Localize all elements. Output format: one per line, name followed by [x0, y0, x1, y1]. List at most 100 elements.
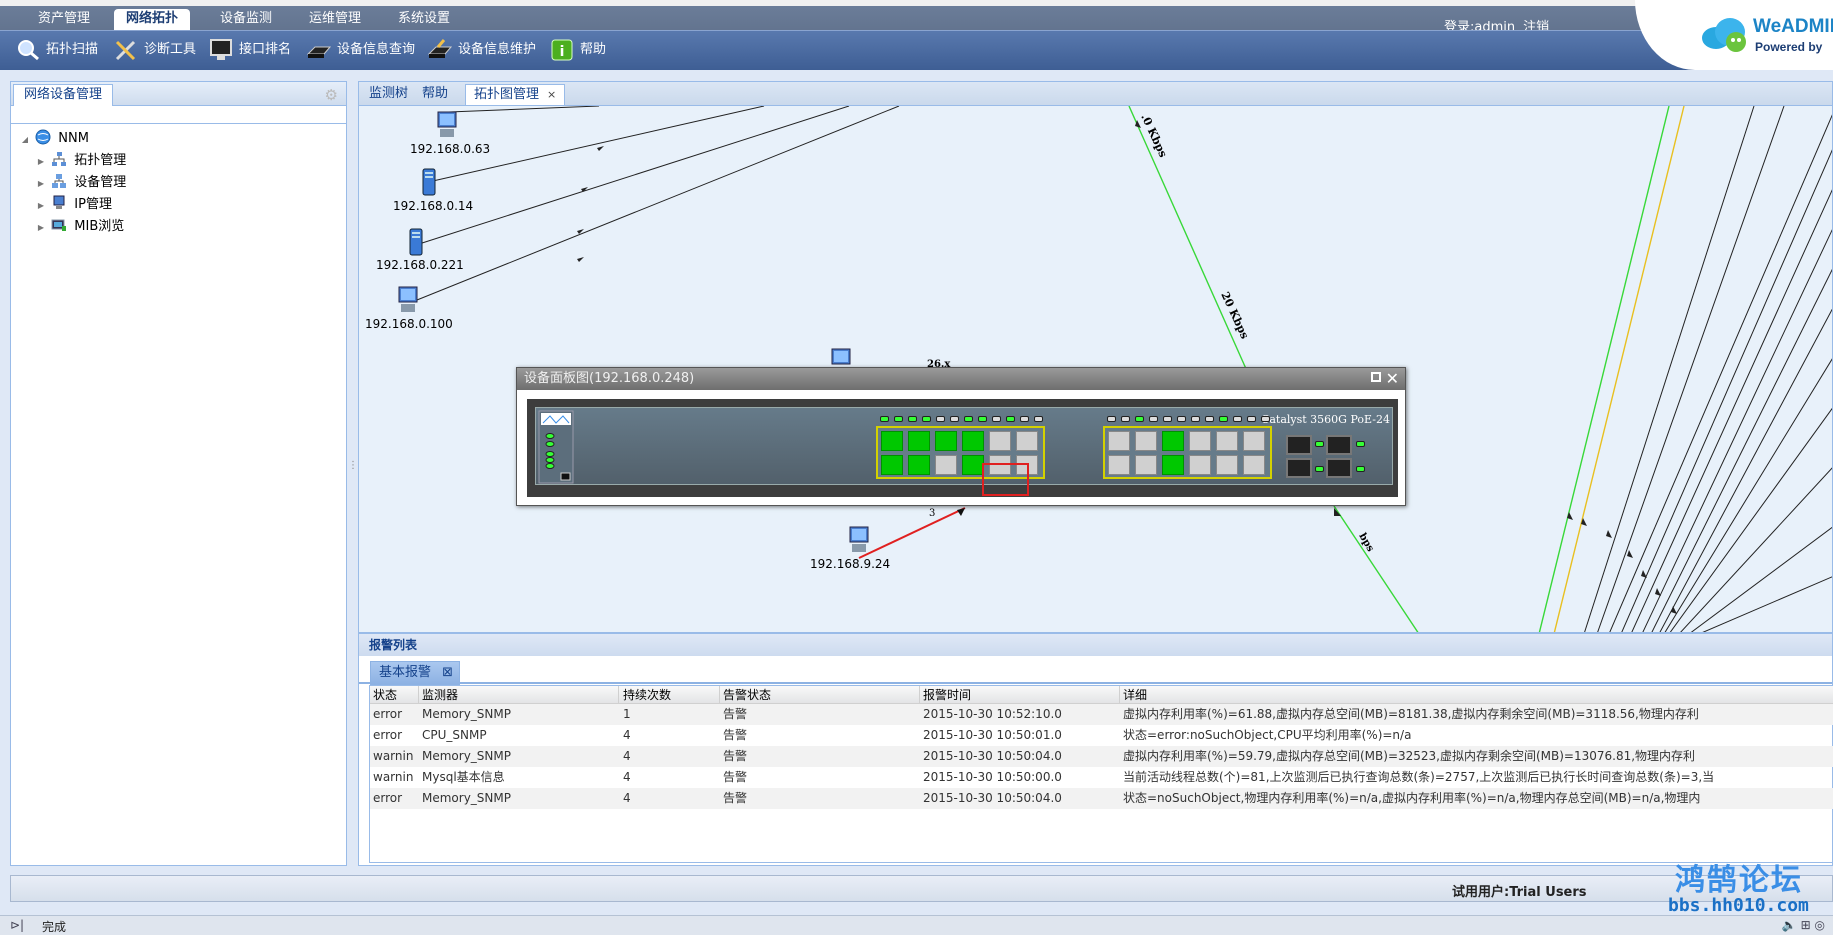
menu-ops[interactable]: 运维管理	[297, 9, 373, 30]
cell-monitor: CPU_SNMP	[422, 728, 487, 742]
switch-port[interactable]	[1189, 431, 1211, 451]
tab-help[interactable]: 帮助	[414, 84, 456, 105]
switch-port[interactable]	[1216, 431, 1238, 451]
switch-port[interactable]	[989, 431, 1011, 451]
menu-asset[interactable]: 资产管理	[26, 9, 102, 30]
port-led	[1163, 416, 1172, 422]
switch-port[interactable]	[1108, 431, 1130, 451]
splitter-handle[interactable]: ⋮	[348, 460, 358, 471]
column-header-monitor[interactable]: 监测器	[419, 686, 619, 704]
switch-port[interactable]	[962, 431, 984, 451]
cell-monitor: Memory_SNMP	[422, 707, 511, 721]
cell-status: error	[373, 791, 403, 805]
column-header-status[interactable]: 状态	[370, 686, 419, 704]
switch-port[interactable]	[1189, 455, 1211, 475]
switch-port[interactable]	[935, 431, 957, 451]
sfp-port[interactable]	[1286, 458, 1312, 478]
switch-port[interactable]	[1108, 455, 1130, 475]
server-icon[interactable]	[404, 228, 428, 256]
expand-icon[interactable]: ▶	[35, 151, 47, 173]
expand-icon[interactable]: ▶	[35, 173, 47, 195]
tab-basic-alarm[interactable]: 基本报警 ⊠	[370, 661, 461, 685]
switch-port[interactable]	[1243, 431, 1265, 451]
diagnose-tools-button[interactable]: 诊断工具	[110, 36, 196, 64]
topology-scan-button[interactable]: 拓扑扫描	[12, 36, 98, 64]
device-maintain-button[interactable]: 设备信息维护	[424, 36, 536, 64]
close-icon[interactable]: ×	[547, 88, 556, 101]
menu-topology[interactable]: 网络拓扑	[114, 9, 191, 30]
column-header-alarm-state[interactable]: 告警状态	[720, 686, 920, 704]
table-row[interactable]: error CPU_SNMP 4 告警 2015-10-30 10:50:01.…	[370, 725, 1833, 746]
port-led	[1107, 416, 1116, 422]
node-label: 192.168.9.24	[810, 557, 891, 571]
watermark-url: bbs.hh010.com	[1668, 895, 1809, 916]
top-bar: 资产管理 网络拓扑 设备监测 运维管理 系统设置 登录:admin 注销 拓扑扫描…	[0, 0, 1833, 70]
tree-item-label: IP管理	[74, 197, 112, 212]
switch-port[interactable]	[881, 455, 903, 475]
switch-port[interactable]	[1216, 455, 1238, 475]
switch-port[interactable]	[881, 431, 903, 451]
switch-port[interactable]	[962, 455, 984, 475]
column-header-count[interactable]: 持续次数	[620, 686, 720, 704]
cell-alarm-state: 告警	[723, 749, 748, 763]
maximize-icon[interactable]	[1371, 372, 1381, 382]
switch-port[interactable]	[1162, 431, 1184, 451]
collapse-icon[interactable]: ◢	[19, 129, 31, 151]
table-row[interactable]: warnin Mysql基本信息 4 告警 2015-10-30 10:50:0…	[370, 767, 1833, 788]
tree-item-topology[interactable]: ▶ 拓扑管理	[19, 150, 126, 172]
computer-icon[interactable]	[435, 111, 459, 139]
computer-icon[interactable]	[396, 286, 420, 314]
tree-item-ip[interactable]: ▶ IP管理	[19, 194, 126, 216]
help-icon: i	[551, 39, 573, 61]
close-icon[interactable]: ⊠	[442, 662, 453, 684]
selected-port-highlight	[982, 463, 1029, 496]
column-header-alarm-time[interactable]: 报警时间	[920, 686, 1120, 704]
tree-root-label: NNM	[58, 131, 89, 146]
sfp-led	[1315, 466, 1324, 472]
tab-monitor-tree[interactable]: 监测树	[361, 84, 416, 105]
device-panel-window[interactable]: 设备面板图(192.168.0.248) ✕ Catalyst 3560G Po…	[516, 367, 1406, 506]
computer-icon[interactable]	[847, 526, 871, 554]
device-panel-titlebar[interactable]: 设备面板图(192.168.0.248) ✕	[517, 368, 1405, 390]
switch-port[interactable]	[1135, 431, 1157, 451]
table-row[interactable]: warnin Memory_SNMP 4 告警 2015-10-30 10:50…	[370, 746, 1833, 767]
left-panel-title[interactable]: 网络设备管理	[13, 84, 114, 106]
switch-port[interactable]	[935, 455, 957, 475]
tree-item-device[interactable]: ▶ 设备管理	[19, 172, 126, 194]
port-led	[908, 416, 917, 422]
switch-port[interactable]	[1162, 455, 1184, 475]
expand-icon[interactable]: ▶	[35, 195, 47, 217]
server-icon[interactable]	[417, 168, 441, 196]
device-query-button[interactable]: 设备信息查询	[303, 36, 415, 64]
cell-monitor: Memory_SNMP	[422, 791, 511, 805]
sfp-port[interactable]	[1326, 458, 1352, 478]
sfp-port[interactable]	[1286, 435, 1312, 455]
switch-port[interactable]	[1243, 455, 1265, 475]
column-header-detail[interactable]: 详细	[1120, 686, 1833, 704]
interface-ranking-button[interactable]: 接口排名	[205, 36, 291, 64]
device-maintain-label: 设备信息维护	[458, 42, 537, 57]
main-tab-strip: 监测树 帮助 拓扑图管理 ×	[358, 81, 1833, 105]
close-icon[interactable]: ✕	[1386, 368, 1399, 390]
switch-model-label: Catalyst 3560G PoE-24	[1260, 413, 1390, 426]
topology-canvas[interactable]: .0 Kbps 20 Kbps bps 3 26.x 192.168.0.63 …	[358, 105, 1833, 633]
table-row[interactable]: error Memory_SNMP 4 告警 2015-10-30 10:50:…	[370, 788, 1833, 809]
expand-icon[interactable]: ▶	[35, 217, 47, 239]
sfp-port[interactable]	[1326, 435, 1352, 455]
switch-port[interactable]	[908, 455, 930, 475]
cell-alarm-time: 2015-10-30 10:50:01.0	[923, 728, 1062, 742]
gear-icon[interactable]: ⚙	[325, 86, 338, 104]
tree-item-mib[interactable]: ▶ MIB浏览	[19, 216, 126, 238]
help-button[interactable]: i 帮助	[546, 36, 606, 64]
link-label-top: .0 Kbps	[1138, 112, 1169, 160]
switch-port[interactable]	[908, 431, 930, 451]
toolbar: 拓扑扫描 诊断工具 接口排名 设备信息查询 设备信息维护 i 帮助	[0, 30, 1833, 70]
menu-settings[interactable]: 系统设置	[386, 9, 462, 30]
table-row[interactable]: error Memory_SNMP 1 告警 2015-10-30 10:52:…	[370, 704, 1833, 725]
port-led	[1177, 416, 1186, 422]
switch-port[interactable]	[1135, 455, 1157, 475]
menu-monitor[interactable]: 设备监测	[208, 9, 284, 30]
tab-topology-manage[interactable]: 拓扑图管理 ×	[465, 84, 566, 105]
tree-root-nnm[interactable]: ◢ NNM	[19, 128, 126, 150]
switch-port[interactable]	[1016, 431, 1038, 451]
